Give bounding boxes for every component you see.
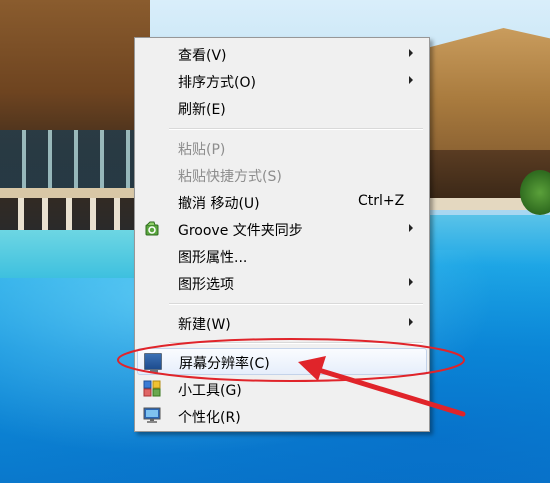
menu-item-graphics-options[interactable]: 图形选项 [137, 270, 425, 295]
submenu-arrow-icon [409, 318, 413, 326]
menu-item-label: 排序方式(O) [178, 75, 256, 91]
menu-item-refresh[interactable]: 刷新(E) [137, 95, 425, 120]
menu-separator [169, 303, 423, 305]
menu-item-label: 刷新(E) [178, 102, 226, 118]
menu-item-screen-resolution[interactable]: 屏幕分辨率(C) [137, 348, 427, 375]
menu-item-shortcut: Ctrl+Z [358, 193, 405, 209]
screen-resolution-icon [144, 353, 162, 373]
menu-item-personalize[interactable]: 个性化(R) [137, 403, 425, 428]
menu-item-label: 小工具(G) [178, 383, 242, 399]
menu-item-label: 图形选项 [178, 277, 234, 293]
submenu-arrow-icon [409, 49, 413, 57]
gadgets-icon [143, 380, 161, 397]
menu-item-label: Groove 文件夹同步 [178, 223, 303, 239]
menu-item-sort-by[interactable]: 排序方式(O) [137, 68, 425, 93]
personalize-icon [143, 407, 161, 424]
menu-item-label: 粘贴(P) [178, 142, 226, 158]
menu-item-label: 撤消 移动(U) [178, 196, 260, 212]
menu-item-label: 查看(V) [178, 48, 227, 64]
menu-item-new[interactable]: 新建(W) [137, 310, 425, 335]
menu-item-paste-shortcut[interactable]: 粘贴快捷方式(S) [137, 162, 425, 187]
wallpaper-lawn [0, 228, 150, 278]
menu-separator [169, 342, 423, 344]
menu-item-label: 图形属性... [178, 250, 248, 266]
submenu-arrow-icon [409, 76, 413, 84]
menu-separator [169, 128, 423, 130]
menu-item-label: 屏幕分辨率(C) [179, 356, 270, 372]
menu-item-paste[interactable]: 粘贴(P) [137, 135, 425, 160]
menu-item-view[interactable]: 查看(V) [137, 41, 425, 66]
menu-item-graphics-properties[interactable]: 图形属性... [137, 243, 425, 268]
menu-item-gadgets[interactable]: 小工具(G) [137, 376, 425, 401]
desktop-context-menu: 查看(V) 排序方式(O) 刷新(E) 粘贴(P) 粘贴快捷方式(S) 撤消 移… [134, 37, 430, 432]
wallpaper-hut-windows [0, 130, 145, 190]
menu-item-label: 粘贴快捷方式(S) [178, 169, 282, 185]
submenu-arrow-icon [409, 278, 413, 286]
submenu-arrow-icon [409, 224, 413, 232]
wallpaper-hut-deck [0, 188, 150, 198]
wallpaper-hut-stilts [0, 198, 150, 230]
menu-item-groove-sync[interactable]: Groove 文件夹同步 [137, 216, 425, 241]
menu-item-label: 个性化(R) [178, 410, 241, 426]
menu-item-undo-move[interactable]: 撤消 移动(U) Ctrl+Z [137, 189, 425, 214]
menu-item-label: 新建(W) [178, 317, 231, 333]
groove-sync-icon [143, 220, 161, 237]
